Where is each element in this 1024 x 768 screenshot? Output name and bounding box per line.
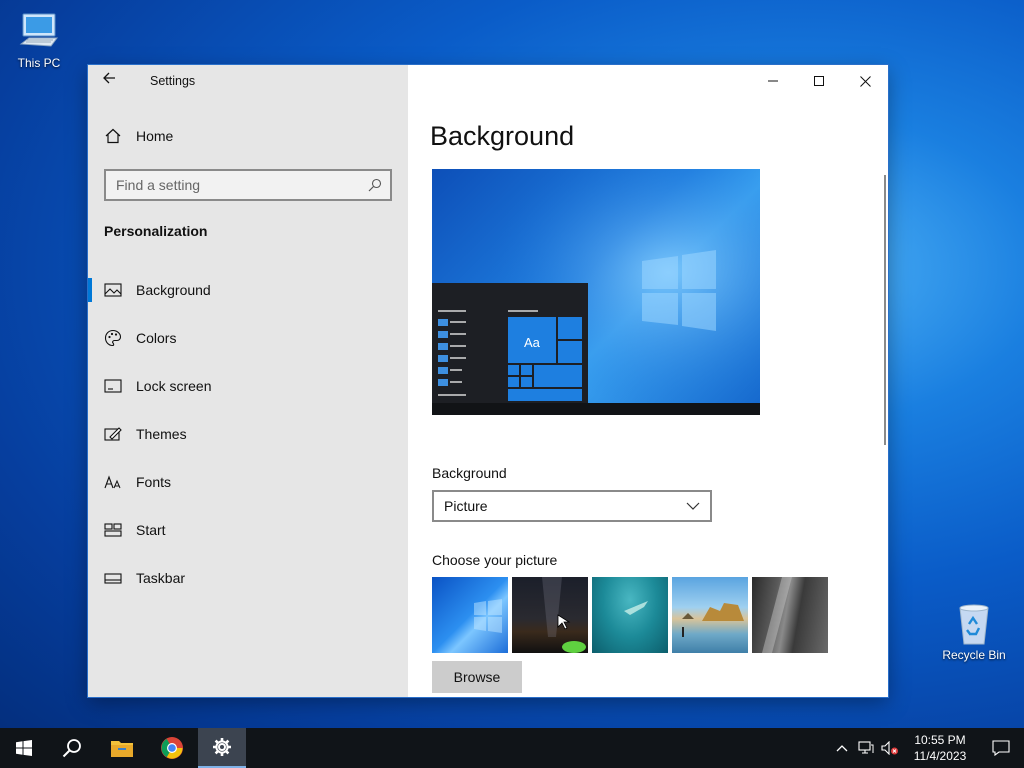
chevron-up-icon <box>836 745 848 752</box>
volume-button[interactable] <box>878 728 902 768</box>
lock-screen-icon <box>104 377 122 395</box>
taskbar: 10:55 PM 11/4/2023 <box>0 728 1024 768</box>
search-icon <box>368 178 382 192</box>
clock-date: 11/4/2023 <box>913 749 967 763</box>
sidebar-item-label: Themes <box>136 426 187 442</box>
clock[interactable]: 10:55 PM 11/4/2023 <box>902 732 978 764</box>
palette-icon <box>104 329 122 347</box>
network-button[interactable] <box>854 728 878 768</box>
sidebar-item-fonts[interactable]: Fonts <box>88 458 408 506</box>
picture-icon <box>104 281 122 299</box>
sidebar-item-start[interactable]: Start <box>88 506 408 554</box>
sidebar-nav: Background Colors Lock screen Themes Fon… <box>88 266 408 602</box>
preview-taskbar <box>432 403 760 415</box>
file-explorer-icon <box>111 741 133 757</box>
file-explorer-button[interactable] <box>98 728 146 768</box>
sidebar-item-label: Colors <box>136 330 177 346</box>
page-title: Background <box>430 121 575 151</box>
settings-content: Background Aa Background Picture Choose … <box>408 65 888 697</box>
windows-start-icon <box>16 740 32 756</box>
background-preview: Aa <box>432 169 760 415</box>
volume-muted-icon <box>881 741 898 755</box>
background-type-value: Picture <box>444 498 488 514</box>
home-label: Home <box>136 128 174 144</box>
recycle-bin-desktop-icon[interactable]: Recycle Bin <box>938 602 1010 662</box>
thumbnail-rock-cliff[interactable] <box>752 577 828 653</box>
minimize-icon <box>768 80 778 82</box>
preview-tile-text: Aa <box>524 335 540 350</box>
sidebar-item-lock-screen[interactable]: Lock screen <box>88 362 408 410</box>
close-button[interactable] <box>842 65 888 97</box>
background-label: Background <box>432 465 507 481</box>
chrome-button[interactable] <box>148 728 196 768</box>
back-button[interactable] <box>102 71 124 91</box>
notification-icon <box>992 740 1010 756</box>
thumbnail-underwater[interactable] <box>592 577 668 653</box>
settings-sidebar: Settings Home Personalization Background… <box>88 65 408 697</box>
clock-time: 10:55 PM <box>914 733 966 747</box>
recycle-bin-icon <box>959 604 989 645</box>
settings-window: Settings Home Personalization Background… <box>88 65 888 697</box>
thumbnail-night-sky[interactable] <box>512 577 588 653</box>
sidebar-item-label: Background <box>136 282 211 298</box>
back-arrow-icon <box>103 72 115 84</box>
sidebar-item-label: Start <box>136 522 166 538</box>
search-taskbar-button[interactable] <box>48 728 96 768</box>
browse-button[interactable]: Browse <box>432 661 522 693</box>
start-menu-preview: Aa <box>432 283 588 403</box>
home-icon <box>105 128 121 144</box>
sidebar-item-themes[interactable]: Themes <box>88 410 408 458</box>
action-center-button[interactable] <box>978 728 1024 768</box>
sidebar-item-background[interactable]: Background <box>88 266 408 314</box>
choose-picture-label: Choose your picture <box>432 552 558 568</box>
this-pc-desktop-icon[interactable]: This PC <box>3 10 75 70</box>
sidebar-item-label: Lock screen <box>136 378 212 394</box>
computer-icon <box>19 13 58 47</box>
sidebar-item-colors[interactable]: Colors <box>88 314 408 362</box>
sidebar-item-label: Taskbar <box>136 570 186 586</box>
system-tray: 10:55 PM 11/4/2023 <box>830 728 1024 768</box>
title-bar[interactable]: Settings <box>88 65 408 97</box>
scrollbar[interactable] <box>884 175 886 445</box>
start-button[interactable] <box>0 728 48 768</box>
recycle-bin-label: Recycle Bin <box>942 648 1006 662</box>
picture-thumbnails <box>432 577 828 653</box>
show-hidden-icons-button[interactable] <box>830 728 854 768</box>
chrome-icon <box>161 737 183 759</box>
taskbar-icon <box>104 569 122 587</box>
chevron-down-icon <box>686 502 700 510</box>
sidebar-item-label: Fonts <box>136 474 172 490</box>
settings-icon <box>213 738 231 756</box>
settings-taskbar-button[interactable] <box>198 728 246 768</box>
app-title: Settings <box>150 74 196 88</box>
themes-icon <box>104 425 122 443</box>
section-title: Personalization <box>104 223 208 239</box>
home-nav-item[interactable]: Home <box>104 127 173 145</box>
background-type-dropdown[interactable]: Picture <box>432 490 712 522</box>
this-pc-label: This PC <box>17 56 61 70</box>
start-icon <box>104 521 122 539</box>
close-icon <box>859 75 871 87</box>
search-icon <box>62 739 81 758</box>
caption-buttons <box>750 65 888 97</box>
maximize-button[interactable] <box>796 65 842 97</box>
search-box[interactable] <box>104 169 392 201</box>
minimize-button[interactable] <box>750 65 796 97</box>
thumbnail-windows-blue[interactable] <box>432 577 508 653</box>
thumbnail-beach-rocks[interactable] <box>672 577 748 653</box>
maximize-icon <box>814 76 824 86</box>
search-input[interactable] <box>106 171 356 199</box>
network-icon <box>858 741 874 754</box>
sidebar-item-taskbar[interactable]: Taskbar <box>88 554 408 602</box>
fonts-icon <box>104 473 122 491</box>
